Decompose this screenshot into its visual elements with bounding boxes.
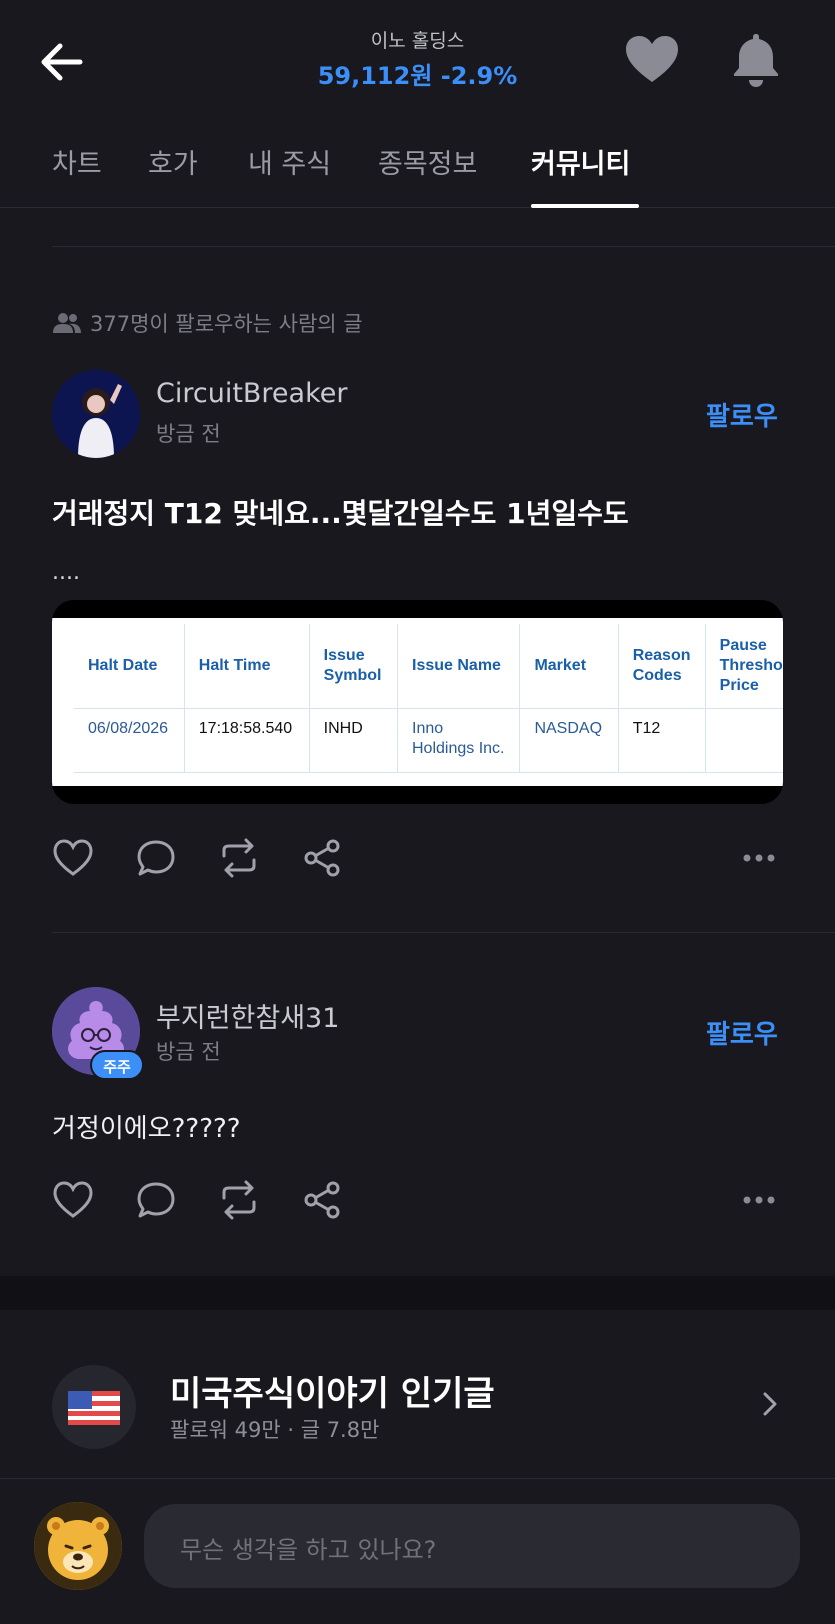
repost-icon[interactable] [218,838,260,878]
table-cell: NASDAQ [519,708,619,773]
post-divider [52,932,835,933]
shareholder-badge: 주주 [90,1050,144,1080]
tab-my-stocks[interactable]: 내 주식 [248,142,331,181]
tab-stock-info[interactable]: 종목정보 [378,142,477,181]
post-title[interactable]: 거래정지 T12 맞네요...몇달간일수도 1년일수도 [52,492,629,532]
active-tab-indicator [531,204,639,208]
table-header: Halt Date [74,624,185,709]
like-icon[interactable] [52,1180,94,1220]
post-time: 방금 전 [156,422,221,446]
post-actions [52,1180,342,1220]
stock-name: 이노 홀딩스 [370,30,465,52]
tabs-divider [0,207,835,208]
table-row: 06/08/2026 17:18:58.540 INHD Inno Holdin… [74,708,783,773]
chevron-right-icon [763,1392,777,1416]
people-icon [53,313,81,333]
more-options-button[interactable] [742,848,776,867]
tab-community[interactable]: 커뮤니티 [531,142,630,181]
heart-icon [626,36,678,82]
followers-note: 377명이 팔로우하는 사람의 글 [52,308,363,338]
post-image[interactable]: Halt Date Halt Time Issue Symbol Issue N… [52,600,783,804]
bell-icon [734,34,778,87]
table-header: Issue Name [397,624,521,709]
table-cell: Inno Holdings Inc. [397,708,521,773]
divider [0,1478,835,1479]
repost-icon[interactable] [218,1180,260,1220]
author-name[interactable]: CircuitBreaker [156,378,347,409]
share-icon[interactable] [302,1180,342,1220]
us-flag-icon [68,1391,120,1425]
community-stats: 팔로워 49만 · 글 7.8만 [170,1418,380,1442]
favorite-button[interactable] [622,30,682,90]
community-icon[interactable] [52,1365,136,1449]
post-time: 방금 전 [156,1040,221,1064]
post-body[interactable]: 거정이에오????? [52,1108,241,1145]
comment-icon[interactable] [136,1180,176,1220]
more-options-button[interactable] [742,1190,776,1209]
table-header: Issue Symbol [309,624,399,709]
halt-table-screenshot: Halt Date Halt Time Issue Symbol Issue N… [52,618,783,786]
table-cell: INHD [309,708,399,773]
table-cell: 06/08/2026 [74,708,185,773]
table-cell [705,708,783,773]
table-header: Market [519,624,619,709]
tab-chart[interactable]: 차트 [52,142,102,181]
notification-button[interactable] [728,30,784,90]
tiger-avatar [34,1502,122,1590]
tab-orderbook[interactable]: 호가 [148,142,198,181]
table-header: Halt Time [184,624,310,709]
divider [52,246,835,247]
post-body[interactable]: .... [52,560,80,585]
community-title[interactable]: 미국주식이야기 인기글 [170,1366,495,1415]
share-icon[interactable] [302,838,342,878]
section-divider [0,1276,835,1310]
follow-button[interactable]: 팔로우 [706,396,778,433]
profile-photo [52,370,140,458]
comment-icon[interactable] [136,838,176,878]
compose-placeholder: 무슨 생각을 하고 있나요? [180,1536,437,1564]
stock-price: 59,112원 -2.9% [317,62,518,90]
avatar[interactable] [52,370,140,458]
table-cell: 17:18:58.540 [184,708,310,773]
followers-note-text: 377명이 팔로우하는 사람의 글 [90,312,363,336]
post-actions [52,838,342,878]
follow-button[interactable]: 팔로우 [706,1014,778,1051]
author-name[interactable]: 부지런한참새31 [156,996,339,1035]
table-header: Reason Codes [618,624,706,709]
like-icon[interactable] [52,838,94,878]
more-dots-icon [743,854,775,862]
compose-input[interactable]: 무슨 생각을 하고 있나요? [144,1504,800,1588]
my-avatar[interactable] [34,1502,122,1590]
halt-table: Halt Date Halt Time Issue Symbol Issue N… [74,624,783,773]
table-cell: T12 [618,708,706,773]
more-dots-icon [743,1196,775,1204]
community-link[interactable] [760,1390,780,1422]
table-header: Pause Threshold Price [705,624,783,709]
